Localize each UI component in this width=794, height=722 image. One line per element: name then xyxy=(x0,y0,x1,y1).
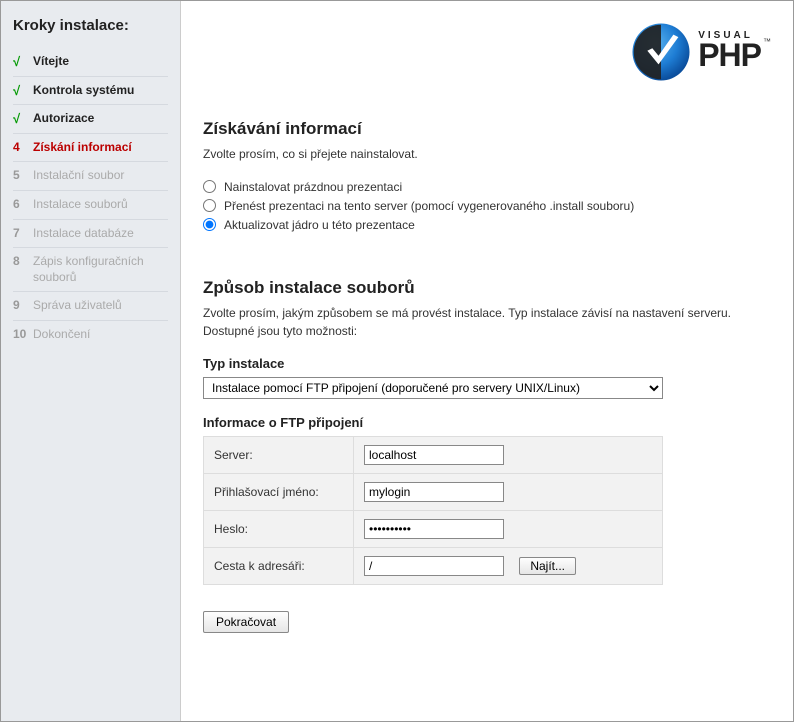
step-write-config: 8 Zápis konfiguračních souborů xyxy=(13,248,168,292)
step-install-files: 6 Instalace souborů xyxy=(13,191,168,220)
ftp-row-server: Server: xyxy=(204,437,663,474)
option-label: Nainstalovat prázdnou prezentaci xyxy=(224,180,402,194)
step-label: Zápis konfiguračních souborů xyxy=(33,254,168,285)
continue-button[interactable]: Pokračovat xyxy=(203,611,289,633)
ftp-row-path: Cesta k adresáři: Najít... xyxy=(204,548,663,585)
install-type-select[interactable]: Instalace pomocí FTP připojení (doporuče… xyxy=(203,377,663,399)
step-label: Kontrola systému xyxy=(33,83,168,99)
install-desc: Zvolte prosím, jakým způsobem se má prov… xyxy=(203,304,771,340)
install-options: Nainstalovat prázdnou prezentaci Přenést… xyxy=(203,177,771,234)
step-number: 9 xyxy=(13,298,33,312)
password-label: Heslo: xyxy=(204,511,354,548)
step-install-file: 5 Instalační soubor xyxy=(13,162,168,191)
browse-button[interactable]: Najít... xyxy=(519,557,576,575)
path-label: Cesta k adresáři: xyxy=(204,548,354,585)
radio-update[interactable] xyxy=(203,218,216,231)
step-label: Instalační soubor xyxy=(33,168,168,184)
option-label: Aktualizovat jádro u této prezentace xyxy=(224,218,415,232)
login-label: Přihlašovací jméno: xyxy=(204,474,354,511)
ftp-row-password: Heslo: xyxy=(204,511,663,548)
main-content: VISUAL PHP™ Získávání informací Zvolte p… xyxy=(181,1,793,721)
visualphp-logo-icon xyxy=(630,21,692,83)
step-install-db: 7 Instalace databáze xyxy=(13,220,168,249)
step-label: Instalace databáze xyxy=(33,226,168,242)
radio-empty[interactable] xyxy=(203,180,216,193)
option-update-core[interactable]: Aktualizovat jádro u této prezentace xyxy=(203,215,771,234)
step-label: Správa uživatelů xyxy=(33,298,168,314)
check-icon: √ xyxy=(13,111,33,126)
radio-transfer[interactable] xyxy=(203,199,216,212)
path-input[interactable] xyxy=(364,556,504,576)
ftp-row-login: Přihlašovací jméno: xyxy=(204,474,663,511)
step-auth: √ Autorizace xyxy=(13,105,168,134)
step-users: 9 Správa uživatelů xyxy=(13,292,168,321)
ftp-heading: Informace o FTP připojení xyxy=(203,415,771,430)
ftp-table: Server: Přihlašovací jméno: Heslo: Cesta… xyxy=(203,436,663,585)
step-label: Autorizace xyxy=(33,111,168,127)
sidebar: Kroky instalace: √ Vítejte √ Kontrola sy… xyxy=(1,1,181,721)
step-info: 4 Získání informací xyxy=(13,134,168,163)
sidebar-title: Kroky instalace: xyxy=(13,17,168,34)
step-number: 4 xyxy=(13,140,33,154)
step-welcome: √ Vítejte xyxy=(13,48,168,77)
type-label: Typ instalace xyxy=(203,356,771,371)
step-number: 8 xyxy=(13,254,33,268)
info-desc: Zvolte prosím, co si přejete nainstalova… xyxy=(203,145,771,163)
install-heading: Způsob instalace souborů xyxy=(203,278,771,298)
step-finish: 10 Dokončení xyxy=(13,321,168,349)
step-number: 6 xyxy=(13,197,33,211)
step-number: 7 xyxy=(13,226,33,240)
step-label: Získání informací xyxy=(33,140,168,156)
server-input[interactable] xyxy=(364,445,504,465)
option-label: Přenést prezentaci na tento server (pomo… xyxy=(224,199,634,213)
option-empty-presentation[interactable]: Nainstalovat prázdnou prezentaci xyxy=(203,177,771,196)
installer-window: Kroky instalace: √ Vítejte √ Kontrola sy… xyxy=(0,0,794,722)
logo-php-text: PHP xyxy=(698,37,761,73)
check-icon: √ xyxy=(13,83,33,98)
step-label: Dokončení xyxy=(33,327,168,343)
server-label: Server: xyxy=(204,437,354,474)
logo: VISUAL PHP™ xyxy=(630,21,771,83)
check-icon: √ xyxy=(13,54,33,69)
step-number: 5 xyxy=(13,168,33,182)
step-label: Vítejte xyxy=(33,54,168,70)
step-syscheck: √ Kontrola systému xyxy=(13,77,168,106)
step-list: √ Vítejte √ Kontrola systému √ Autorizac… xyxy=(13,48,168,349)
info-heading: Získávání informací xyxy=(203,119,771,139)
logo-tm: ™ xyxy=(763,37,771,46)
logo-text: VISUAL PHP™ xyxy=(698,30,771,74)
step-number: 10 xyxy=(13,327,33,341)
password-input[interactable] xyxy=(364,519,504,539)
option-transfer[interactable]: Přenést prezentaci na tento server (pomo… xyxy=(203,196,771,215)
login-input[interactable] xyxy=(364,482,504,502)
step-label: Instalace souborů xyxy=(33,197,168,213)
